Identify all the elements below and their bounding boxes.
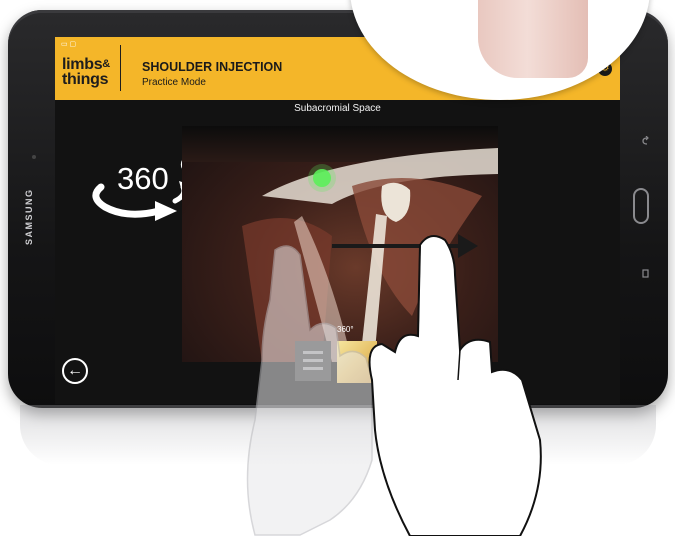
gesture-hands <box>246 235 542 536</box>
